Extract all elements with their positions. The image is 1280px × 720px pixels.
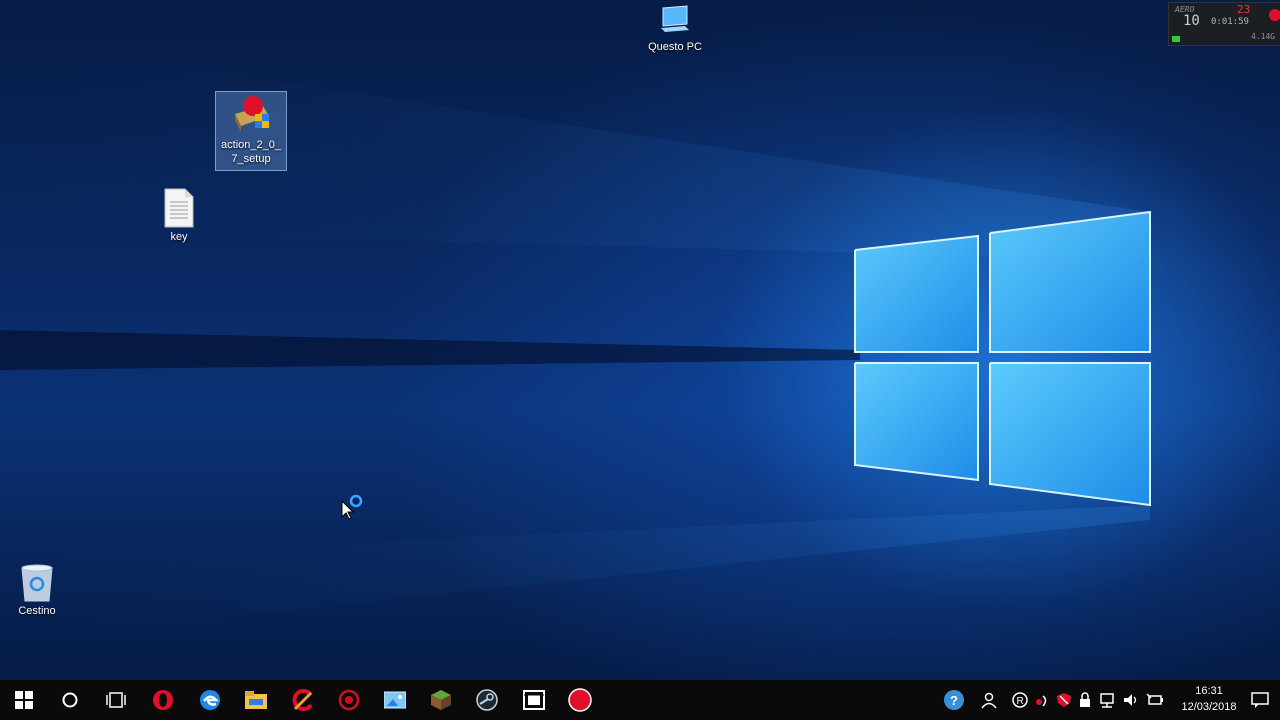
- desktop-icon-label: action_2_0_7_setup: [221, 139, 281, 165]
- recorder-frame-count: 23: [1237, 3, 1251, 16]
- mouse-pointer-busy-icon: [341, 494, 363, 520]
- recycle-bin-icon: [21, 564, 53, 602]
- notification-icon: [1251, 692, 1269, 708]
- desktop-icon-label: Questo PC: [648, 41, 702, 53]
- steam-icon: [476, 689, 498, 711]
- taskbar-app-edge[interactable]: [187, 680, 233, 720]
- network-activity-icon[interactable]: [1034, 692, 1050, 708]
- edge-icon: [200, 690, 220, 710]
- minecraft-icon: [431, 690, 451, 710]
- network-icon[interactable]: [1098, 692, 1116, 708]
- opera-icon: [153, 690, 173, 710]
- taskbar-app-file-explorer[interactable]: [233, 680, 279, 720]
- volume-icon[interactable]: [1122, 692, 1140, 708]
- start-button[interactable]: [1, 680, 47, 720]
- recorder-overlay: AERO 10 23 0:01:59 4.14G: [1168, 2, 1280, 46]
- taskbar-app-minecraft[interactable]: [418, 680, 464, 720]
- record-icon: [568, 688, 592, 712]
- battery-plug-icon[interactable]: [1146, 692, 1164, 708]
- recorder-rec-indicator[interactable]: [1269, 9, 1280, 21]
- taskbar: ? R 16:31 12/03/2018: [0, 680, 1280, 720]
- svg-text:R: R: [1017, 696, 1024, 707]
- taskbar-app-opera[interactable]: [140, 680, 186, 720]
- taskbar-app-ccleaner[interactable]: [280, 680, 326, 720]
- desktop-icon-recycle-bin[interactable]: Cestino: [2, 562, 72, 618]
- clock-time: 16:31: [1195, 685, 1223, 697]
- desktop-icon-setup[interactable]: action_2_0_7_setup: [215, 91, 287, 171]
- desktop-wallpaper: [0, 0, 1280, 680]
- start-icon: [15, 691, 33, 709]
- task-view-icon: [106, 692, 126, 708]
- file-explorer-icon: [245, 691, 267, 709]
- taskbar-app-red[interactable]: [326, 680, 372, 720]
- desktop-icon-this-pc[interactable]: Questo PC: [640, 4, 710, 54]
- taskbar-clock[interactable]: 16:31 12/03/2018: [1176, 683, 1242, 715]
- photos-icon: [384, 691, 406, 709]
- people-icon[interactable]: [980, 691, 998, 709]
- taskbar-app-record[interactable]: [557, 680, 603, 720]
- installer-package-icon: [235, 96, 269, 132]
- system-tray: ? R: [942, 680, 1164, 720]
- taskbar-app-steam[interactable]: [464, 680, 510, 720]
- recorder-level-bar: [1172, 36, 1180, 42]
- windows-logo: [854, 210, 1151, 507]
- recorder-file-size: 4.14G: [1251, 32, 1276, 41]
- ccleaner-icon: [292, 689, 313, 711]
- text-file-icon: [164, 188, 194, 228]
- taskbar-app-media[interactable]: [511, 680, 557, 720]
- desktop-icon-label: Cestino: [18, 605, 56, 617]
- recorder-fps: 10: [1183, 13, 1200, 29]
- lock-icon[interactable]: [1078, 692, 1092, 708]
- red-app-icon: [338, 689, 360, 711]
- action-center-button[interactable]: [1240, 680, 1280, 720]
- desktop-icon-key[interactable]: key: [144, 188, 214, 244]
- cortana-button[interactable]: [47, 680, 93, 720]
- media-app-icon: [523, 690, 545, 710]
- help-icon[interactable]: ?: [942, 688, 966, 712]
- desktop-icon-label: key: [170, 231, 188, 243]
- taskbar-app-photos[interactable]: [372, 680, 418, 720]
- recorder-elapsed-time: 0:01:59: [1211, 17, 1249, 27]
- r-badge-icon[interactable]: R: [1012, 692, 1028, 708]
- monitor-icon: [661, 5, 689, 32]
- clock-date: 12/03/2018: [1181, 701, 1237, 713]
- wallpaper-light-beams: [0, 40, 1151, 640]
- search-cortana-icon: [62, 692, 78, 708]
- task-view-button[interactable]: [93, 680, 139, 720]
- svg-text:?: ?: [950, 693, 958, 708]
- shield-warning-icon[interactable]: [1056, 692, 1072, 708]
